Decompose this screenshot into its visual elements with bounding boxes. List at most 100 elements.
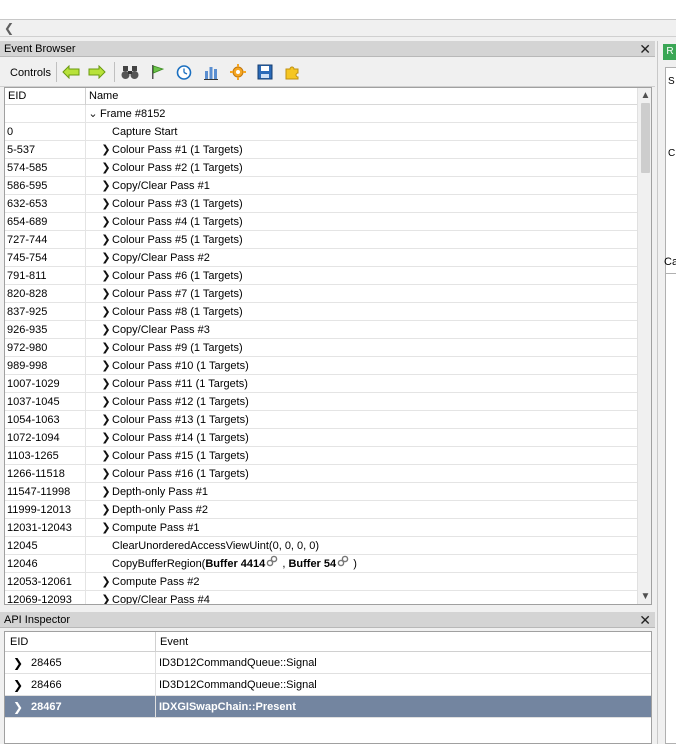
link-icon[interactable] [266,555,278,573]
table-row[interactable]: 1054-1063 ❯ Colour Pass #13 (1 Targets) [5,411,637,429]
chevron-right-icon[interactable]: ❯ [101,231,111,249]
row-eid: 791-811 [7,270,47,282]
chevron-right-icon[interactable]: ❯ [101,213,111,231]
table-row[interactable]: 1266-11518 ❯ Colour Pass #16 (1 Targets) [5,465,637,483]
link-icon[interactable] [337,555,349,573]
chevron-right-icon[interactable]: ❯ [13,652,23,674]
scroll-down-icon[interactable]: ▼ [638,589,651,604]
table-row[interactable]: 1103-1265 ❯ Colour Pass #15 (1 Targets) [5,447,637,465]
row-name: Capture Start [112,126,178,138]
chevron-right-icon[interactable]: ❯ [101,195,111,213]
chevron-right-icon[interactable]: ❯ [101,303,111,321]
chevron-right-icon[interactable]: ❯ [13,674,23,696]
row-name: CopyBufferRegion(Buffer 4414 , Buffer 54… [112,555,357,573]
table-row[interactable]: 12053-12061 ❯ Compute Pass #2 [5,573,637,591]
table-row[interactable]: 0 Capture Start [5,123,637,141]
table-row[interactable]: 12069-12093 ❯ Copy/Clear Pass #4 [5,591,637,604]
table-row[interactable]: 11547-11998 ❯ Depth-only Pass #1 [5,483,637,501]
chevron-right-icon[interactable]: ❯ [101,465,111,483]
controls-label[interactable]: Controls [10,67,51,79]
table-row[interactable]: 654-689 ❯ Colour Pass #4 (1 Targets) [5,213,637,231]
column-chart-icon[interactable] [202,63,220,81]
table-row[interactable]: ❯ 28465 ID3D12CommandQueue::Signal [5,652,651,674]
timer-icon[interactable] [175,63,193,81]
table-row[interactable]: 820-828 ❯ Colour Pass #7 (1 Targets) [5,285,637,303]
chevron-right-icon[interactable]: ❯ [101,159,111,177]
chevron-right-icon[interactable]: ❯ [101,519,111,537]
table-row[interactable]: 1037-1045 ❯ Colour Pass #12 (1 Targets) [5,393,637,411]
table-row[interactable]: 11999-12013 ❯ Depth-only Pass #2 [5,501,637,519]
bookmark-flag-icon[interactable] [148,63,166,81]
scroll-left-icon[interactable]: ❮ [2,20,16,37]
tree-row-frame[interactable]: ⌄ Frame #8152 [5,105,637,123]
table-row[interactable]: 5-537 ❯ Colour Pass #1 (1 Targets) [5,141,637,159]
chevron-right-icon[interactable]: ❯ [101,429,111,447]
table-row[interactable]: 745-754 ❯ Copy/Clear Pass #2 [5,249,637,267]
table-row[interactable]: 1007-1029 ❯ Colour Pass #11 (1 Targets) [5,375,637,393]
save-icon[interactable] [256,63,274,81]
chevron-right-icon[interactable]: ❯ [101,501,111,519]
settings-gear-icon[interactable] [229,63,247,81]
column-header-eid[interactable]: EID [7,634,28,651]
column-header-event[interactable]: Event [157,634,188,651]
chevron-right-icon[interactable]: ❯ [101,591,111,604]
chevron-right-icon[interactable]: ❯ [101,339,111,357]
row-eid: 11999-12013 [7,504,72,516]
chevron-right-icon[interactable]: ❯ [101,285,111,303]
close-event-browser-icon[interactable]: ✕ [639,41,651,57]
column-separator[interactable] [155,632,156,652]
table-row[interactable]: 972-980 ❯ Colour Pass #9 (1 Targets) [5,339,637,357]
chevron-right-icon[interactable]: ❯ [101,177,111,195]
column-header-eid[interactable]: EID [5,88,26,105]
chevron-right-icon[interactable]: ❯ [101,249,111,267]
table-row[interactable]: 791-811 ❯ Colour Pass #6 (1 Targets) [5,267,637,285]
table-row[interactable]: 837-925 ❯ Colour Pass #8 (1 Targets) [5,303,637,321]
chevron-right-icon[interactable]: ❯ [101,321,111,339]
event-tree[interactable]: EID Name ⌄ Frame #8152 0 Capture Start 5… [4,87,652,605]
export-puzzle-icon[interactable] [283,63,301,81]
buffer-link-1[interactable]: Buffer 4414 [205,558,265,570]
right-panel-content [665,273,676,744]
table-row[interactable]: 989-998 ❯ Colour Pass #10 (1 Targets) [5,357,637,375]
top-panel-content [0,0,676,20]
row-eid: 11547-11998 [7,486,71,498]
right-panel-tab[interactable]: R [663,44,676,60]
table-row[interactable]: 632-653 ❯ Colour Pass #3 (1 Targets) [5,195,637,213]
table-row[interactable]: 1072-1094 ❯ Colour Pass #14 (1 Targets) [5,429,637,447]
forward-arrow-icon[interactable] [88,63,106,81]
find-binoculars-icon[interactable] [121,63,139,81]
chevron-right-icon[interactable]: ❯ [101,483,111,501]
right-panel-box-text: S [668,76,675,87]
table-row[interactable]: 727-744 ❯ Colour Pass #5 (1 Targets) [5,231,637,249]
table-row[interactable]: ❯ 28466 ID3D12CommandQueue::Signal [5,674,651,696]
scroll-up-icon[interactable]: ▲ [638,88,651,103]
chevron-right-icon[interactable]: ❯ [101,141,111,159]
table-row[interactable]: 926-935 ❯ Copy/Clear Pass #3 [5,321,637,339]
chevron-right-icon[interactable]: ❯ [101,573,111,591]
chevron-right-icon[interactable]: ❯ [101,357,111,375]
table-row-selected[interactable]: ❯ 28467 IDXGISwapChain::Present [5,696,651,718]
row-name: Colour Pass #7 (1 Targets) [112,288,243,300]
top-horizontal-scrollbar[interactable]: ❮ [0,20,676,37]
event-tree-scrollbar[interactable]: ▲ ▼ [637,88,651,604]
chevron-right-icon[interactable]: ❯ [101,375,111,393]
row-name: Compute Pass #1 [112,522,200,534]
table-row[interactable]: 12031-12043 ❯ Compute Pass #1 [5,519,637,537]
buffer-link-2[interactable]: Buffer 54 [288,558,336,570]
chevron-right-icon[interactable]: ❯ [101,267,111,285]
table-row[interactable]: 574-585 ❯ Colour Pass #2 (1 Targets) [5,159,637,177]
function-name: CopyBufferRegion( [112,558,206,570]
chevron-down-icon[interactable]: ⌄ [88,105,98,123]
chevron-right-icon[interactable]: ❯ [13,696,23,718]
chevron-right-icon[interactable]: ❯ [101,447,111,465]
chevron-right-icon[interactable]: ❯ [101,393,111,411]
column-header-name[interactable]: Name [86,88,118,105]
scrollbar-thumb[interactable] [641,103,650,173]
table-row[interactable]: 586-595 ❯ Copy/Clear Pass #1 [5,177,637,195]
api-inspector-table[interactable]: EID Event ❯ 28465 ID3D12CommandQueue::Si… [4,631,652,744]
table-row[interactable]: 12045 ClearUnorderedAccessViewUint(0, 0,… [5,537,637,555]
back-arrow-icon[interactable] [62,63,80,81]
table-row[interactable]: 12046 CopyBufferRegion(Buffer 4414 , Buf… [5,555,637,573]
chevron-right-icon[interactable]: ❯ [101,411,111,429]
close-api-inspector-icon[interactable]: ✕ [639,612,651,628]
